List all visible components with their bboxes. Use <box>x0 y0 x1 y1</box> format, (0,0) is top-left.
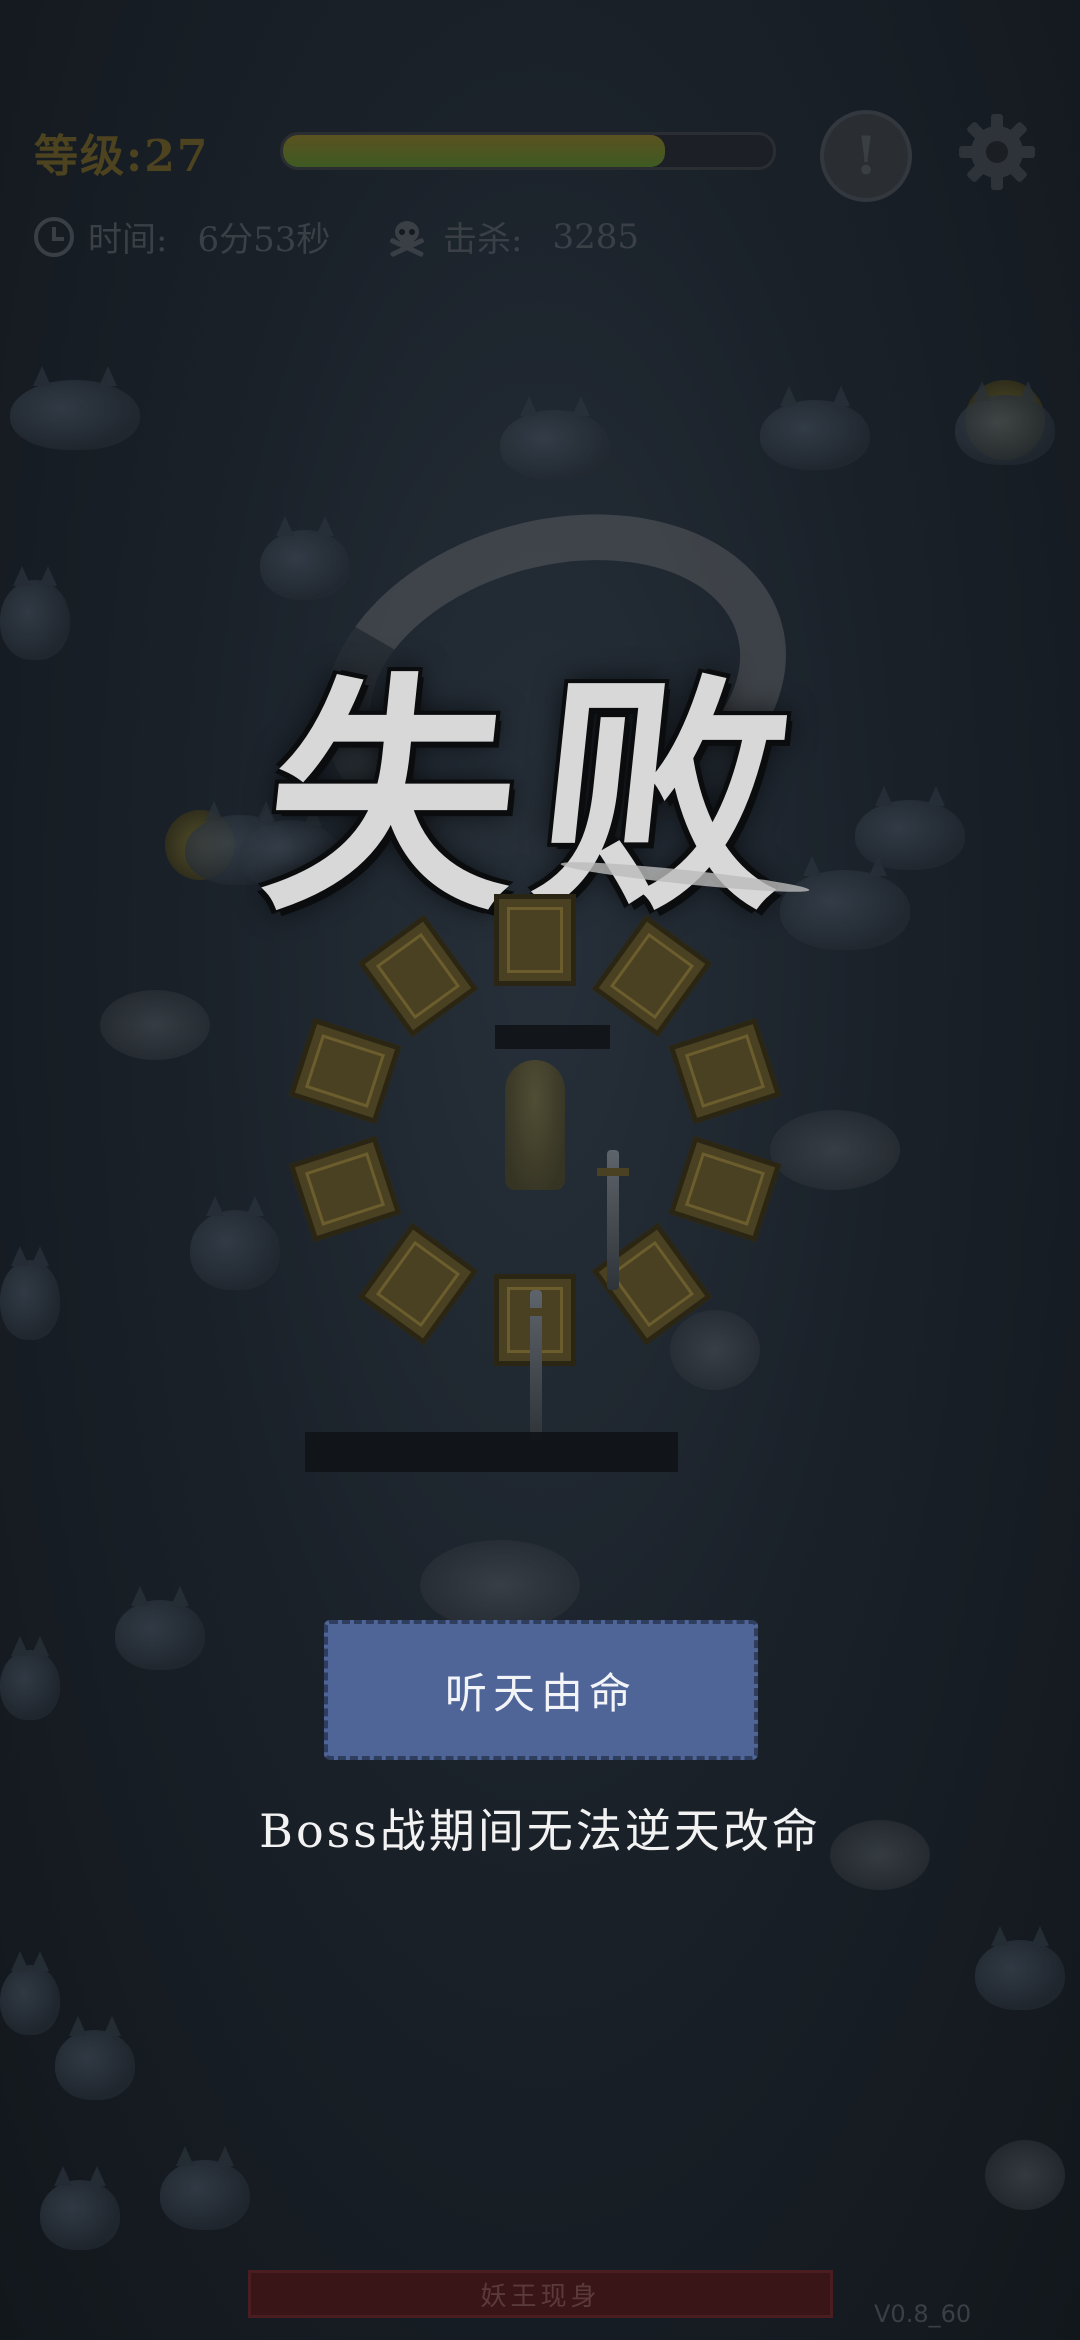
time-stat: 时间: 6分53秒 <box>34 212 330 261</box>
kills-value: 3285 <box>552 216 639 257</box>
flying-sword <box>597 1150 629 1290</box>
flying-sword <box>520 1290 552 1440</box>
accept-fate-button[interactable]: 听天由命 <box>324 1620 758 1760</box>
clock-icon <box>34 216 74 257</box>
xp-progress-bar <box>280 132 776 170</box>
hint-button[interactable]: ! <box>820 110 912 202</box>
shadow-bar-top <box>495 1025 610 1049</box>
time-value: 6分53秒 <box>197 220 331 260</box>
boss-appears-banner: 妖王现身 <box>248 2270 833 2318</box>
exclamation-icon: ! <box>854 125 878 187</box>
talisman-card <box>494 894 576 986</box>
skull-icon <box>390 220 424 257</box>
kills-stat: 击杀: 3285 <box>385 212 639 261</box>
game-screen: 等级:27 ! 时间: 6分53秒 击杀: 3285 失败 听天由命 Boss战… <box>0 0 1080 2340</box>
version-label: V0.8_60 <box>874 2300 972 2328</box>
settings-button[interactable] <box>955 110 1039 194</box>
gear-icon <box>959 114 1035 190</box>
kills-label: 击杀: <box>443 220 523 260</box>
xp-progress-fill <box>283 135 666 167</box>
level-label: 等级:27 <box>34 131 210 182</box>
shadow-bar-bottom <box>305 1432 678 1472</box>
time-label: 时间: <box>88 220 168 260</box>
boss-battle-message: Boss战期间无法逆天改命 <box>259 1804 821 1858</box>
hero-character <box>505 1060 565 1190</box>
